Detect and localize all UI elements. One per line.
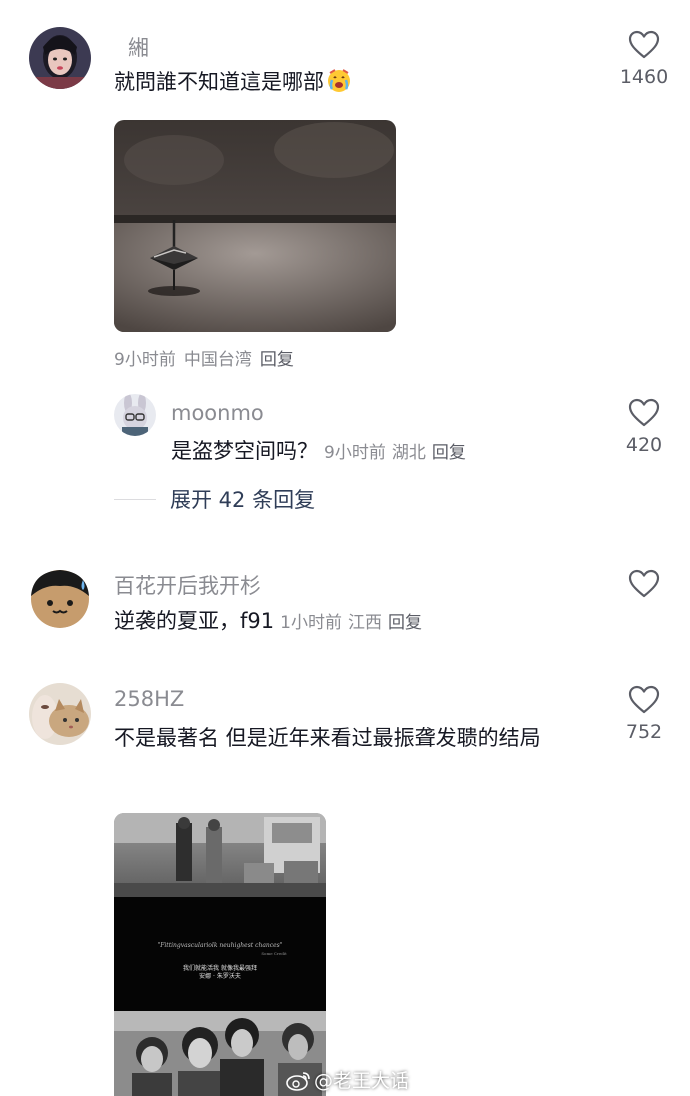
comment-username[interactable]: 百花开后我开杉 xyxy=(114,570,261,600)
like-count: 1460 xyxy=(619,66,669,88)
like-button[interactable]: 1460 xyxy=(614,30,674,88)
film-caption-line2: 安娜 · 朱罗沃夫 xyxy=(199,972,241,980)
reply-button[interactable]: 回复 xyxy=(260,350,294,370)
comment-text: 不是最著名 但是近年来看过最振聋发聩的结局 xyxy=(114,726,541,750)
comment-meta: 9小时前 中国台湾 回复 xyxy=(114,345,302,370)
like-count: 420 xyxy=(625,434,663,456)
divider xyxy=(114,498,156,500)
reply-button[interactable]: 回复 xyxy=(388,613,422,633)
watermark: @老王大话 xyxy=(286,1066,409,1093)
comment-location: 江西 xyxy=(347,613,382,633)
reply-text: 是盗梦空间吗？ 9小时前 湖北 回复 xyxy=(171,432,472,472)
like-count: 752 xyxy=(625,721,663,743)
comment-username[interactable]: 緗 xyxy=(128,32,149,62)
comment-time: 9小时前 xyxy=(114,350,176,370)
film-quote: "Fittingvasculariolk neuhighest chances" xyxy=(157,942,282,949)
heart-icon xyxy=(628,569,660,598)
heart-icon xyxy=(628,685,660,714)
expand-replies-button[interactable]: 展开 42 条回复 xyxy=(114,484,315,514)
avatar[interactable] xyxy=(114,394,156,436)
reply-text-content: 是盗梦空间吗？ xyxy=(171,439,318,463)
reply-button[interactable]: 回复 xyxy=(432,443,466,463)
reply-location: 湖北 xyxy=(391,443,426,463)
reply-time: 9小时前 xyxy=(324,443,386,463)
comment-username[interactable]: 258HZ xyxy=(114,687,184,711)
like-button[interactable] xyxy=(614,569,674,599)
film-still-collage[interactable]: "Fittingvasculariolk neuhighest chances"… xyxy=(114,813,326,1096)
expand-replies-label: 展开 42 条回复 xyxy=(170,488,316,512)
comment-text: 就問誰不知道這是哪部 xyxy=(114,63,352,101)
comment-text-content: 逆袭的夏亚，f91 xyxy=(114,609,275,633)
avatar[interactable] xyxy=(29,566,91,628)
like-button[interactable]: 752 xyxy=(614,685,674,743)
heart-icon xyxy=(628,30,660,59)
weibo-icon xyxy=(286,1071,310,1091)
film-quote-credit: Some Credit xyxy=(261,951,287,956)
comment-text-content: 就問誰不知道這是哪部 xyxy=(114,70,324,94)
comment-location: 中国台湾 xyxy=(183,350,252,370)
comment-time: 1小时前 xyxy=(280,613,342,633)
avatar[interactable] xyxy=(29,683,91,745)
reply-username[interactable]: moonmo xyxy=(171,401,264,425)
crying-face-emoji xyxy=(328,69,350,92)
avatar[interactable] xyxy=(29,27,91,89)
like-button[interactable]: 420 xyxy=(614,398,674,456)
heart-icon xyxy=(628,398,660,427)
film-caption-line1: 我们就能活我 就像我最强拜 xyxy=(183,964,257,972)
comment-text: 逆袭的夏亚，f91 1小时前 江西 回复 xyxy=(114,602,428,642)
spinning-top-photo[interactable] xyxy=(114,120,396,332)
watermark-text: @老王大话 xyxy=(314,1070,410,1092)
